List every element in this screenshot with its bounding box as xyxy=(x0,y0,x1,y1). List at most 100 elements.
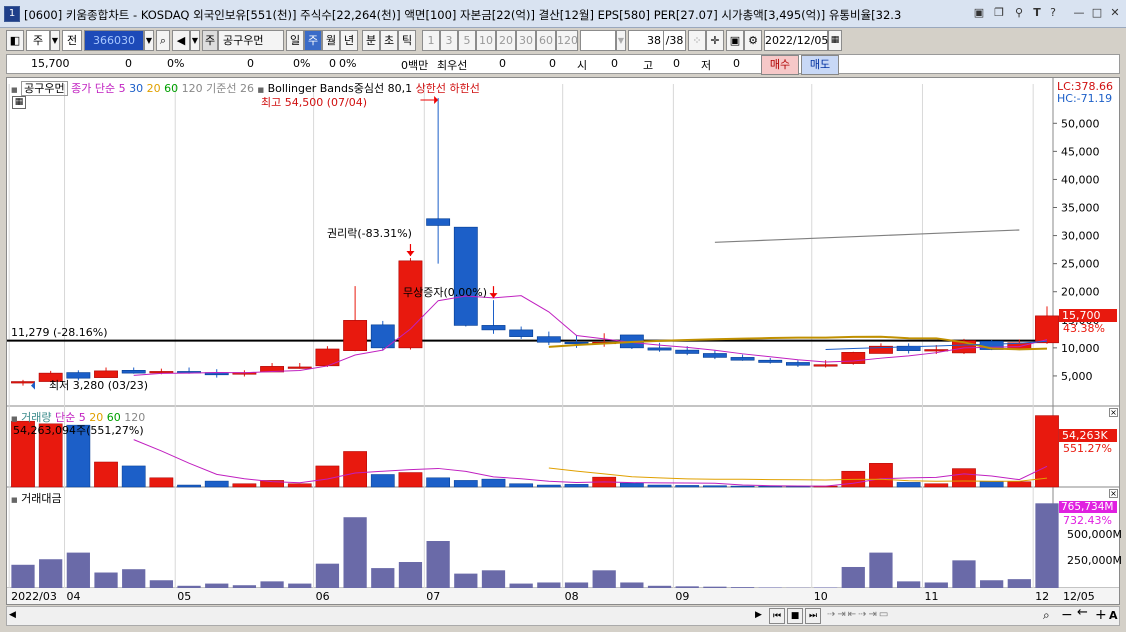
zoom-search-icon[interactable]: ⌕ xyxy=(1043,608,1050,623)
date-input[interactable]: 2022/12/05 xyxy=(764,30,828,51)
font-icon[interactable]: T xyxy=(1030,6,1044,20)
value-current-pct: 732.43% xyxy=(1063,514,1112,527)
high-label: 고 xyxy=(643,59,654,72)
interval-60[interactable]: 60 xyxy=(536,30,556,51)
speaker-icon[interactable]: ◀ xyxy=(172,30,190,51)
help-icon[interactable]: ? xyxy=(1046,6,1060,20)
value-bar xyxy=(371,568,395,588)
value-bar xyxy=(94,572,118,588)
rewind-icon[interactable]: ⏮ xyxy=(769,608,785,624)
quote-high: 0 xyxy=(673,57,680,70)
speaker-dropdown-icon[interactable]: ▼ xyxy=(190,30,200,51)
stop-icon[interactable]: ■ xyxy=(787,608,803,624)
zoom-out-icon[interactable]: − xyxy=(1061,607,1073,623)
low-label: 저 xyxy=(701,59,712,72)
bonus-annotation: 무상증자(0.00%) xyxy=(403,286,488,299)
chart-canvas[interactable]: 2022/03 04 05 06 07 08 09 10 11 12 12/05 5,000 10,00… xyxy=(7,78,1119,604)
volume-bar xyxy=(149,477,174,488)
fast-forward-icon[interactable]: ⏭ xyxy=(805,608,821,624)
custom-interval-dropdown-icon[interactable]: ▼ xyxy=(616,30,626,51)
tab-period-day[interactable]: 일 xyxy=(286,30,304,51)
volume-pane-close-icon[interactable]: × xyxy=(1109,408,1118,417)
chevron-down-icon[interactable]: ▼ xyxy=(50,30,60,51)
interval-10[interactable]: 10 xyxy=(476,30,496,51)
volume-bar xyxy=(896,482,921,488)
value-bar xyxy=(177,585,201,588)
value-bar xyxy=(66,552,90,588)
volume-bar xyxy=(952,468,976,488)
y-tick-label: 40,000 xyxy=(1061,173,1100,186)
tab-period-year[interactable]: 년 xyxy=(340,30,358,51)
pin-icon[interactable]: ⚲ xyxy=(1012,6,1026,20)
tab-period-minute[interactable]: 분 xyxy=(362,30,380,51)
candle-body xyxy=(426,218,451,226)
count-total: /38 xyxy=(664,30,686,51)
value-bar xyxy=(426,541,450,588)
volume-bar xyxy=(177,484,201,488)
price-legend: ■ 공구우먼 종가 단순 5 30 20 60 120 기준선 26 ■ Bol… xyxy=(11,80,480,96)
window-icon[interactable]: ❐ xyxy=(992,6,1006,20)
buy-button[interactable]: 매수 xyxy=(761,55,799,75)
tab-period-week[interactable]: 주 xyxy=(304,30,322,51)
zoom-in-icon[interactable]: + xyxy=(1095,607,1107,623)
minimize-icon[interactable]: — xyxy=(1072,6,1086,20)
quote-bid: 0 xyxy=(499,57,506,70)
legend-stock-name[interactable]: 공구우먼 xyxy=(21,81,68,96)
scroll-right-icon[interactable]: ▶ xyxy=(755,610,762,620)
stock-code-input[interactable]: 366030 xyxy=(84,30,144,51)
table-view-icon[interactable]: ▦ xyxy=(12,96,26,109)
volume-bar xyxy=(536,484,561,488)
volume-bar xyxy=(869,463,893,488)
volume-bar xyxy=(287,483,312,488)
candle-body xyxy=(509,329,534,337)
volume-bar xyxy=(675,485,700,488)
interval-20[interactable]: 20 xyxy=(496,30,516,51)
panel-toggle-icon[interactable]: ◧ xyxy=(6,30,24,51)
scroll-left-icon[interactable]: ◀ xyxy=(9,610,16,620)
maximize-icon[interactable]: □ xyxy=(1090,6,1104,20)
tab-period-tick[interactable]: 틱 xyxy=(398,30,416,51)
period-type-select[interactable]: 주 xyxy=(26,30,50,51)
pan-left-icon[interactable]: ← xyxy=(1077,605,1088,620)
volume-bar xyxy=(204,480,229,488)
value-bar xyxy=(758,587,782,588)
gear-icon[interactable]: ⚙ xyxy=(744,30,762,51)
stock-prefix-label: 주 xyxy=(202,30,218,51)
interval-3[interactable]: 3 xyxy=(440,30,458,51)
grid-icon[interactable]: ⁘ xyxy=(688,30,706,51)
tab-period-second[interactable]: 초 xyxy=(380,30,398,51)
window-title: [0600] 키움종합차트 - KOSDAQ 외국인보유[551(천)] 주식수… xyxy=(24,8,902,22)
chart-area[interactable]: 2022/03 04 05 06 07 08 09 10 11 12 12/05 5,000 10,00… xyxy=(6,77,1122,605)
interval-30[interactable]: 30 xyxy=(516,30,536,51)
tab-period-month[interactable]: 월 xyxy=(322,30,340,51)
y-tick-label: 10,000 xyxy=(1061,342,1100,355)
volume-bar xyxy=(398,472,423,488)
autoscale-icon[interactable]: A xyxy=(1109,609,1118,622)
quote-volume: 0백만 xyxy=(401,59,429,72)
calendar-icon[interactable]: ▦ xyxy=(828,30,842,51)
sell-button[interactable]: 매도 xyxy=(801,55,839,75)
search-icon[interactable]: ⌕ xyxy=(156,30,170,51)
code-dropdown-icon[interactable]: ▼ xyxy=(144,30,154,51)
prev-button[interactable]: 전 xyxy=(62,30,82,51)
current-price-pct: 43.38% xyxy=(1063,322,1105,335)
drawing-tools-icon[interactable]: ⇢⇥⇤⇢⇥▭ xyxy=(827,609,890,620)
save-icon[interactable]: ▣ xyxy=(726,30,744,51)
interval-120[interactable]: 120 xyxy=(556,30,578,51)
layout-icon[interactable]: ▣ xyxy=(972,6,986,20)
y-tick-label: 50,000 xyxy=(1061,117,1100,130)
interval-1[interactable]: 1 xyxy=(422,30,440,51)
stock-name-field[interactable]: 공구우먼 xyxy=(218,30,284,51)
window-number-badge[interactable]: 1 xyxy=(4,6,20,22)
volume-bar xyxy=(232,483,257,488)
x-axis-strip xyxy=(7,588,1119,604)
quote-ask: 0 xyxy=(549,57,556,70)
count-input[interactable]: 38 xyxy=(628,30,664,51)
horizontal-scrollbar[interactable]: ◀ ▶ ⏮ ■ ⏭ ⇢⇥⇤⇢⇥▭ ⌕ − ← + A xyxy=(6,605,1120,626)
crosshair-icon[interactable]: ✛ xyxy=(706,30,724,51)
value-bar xyxy=(454,573,478,588)
interval-5[interactable]: 5 xyxy=(458,30,476,51)
custom-interval-input[interactable] xyxy=(580,30,616,51)
value-pane-close-icon[interactable]: × xyxy=(1109,489,1118,498)
close-icon[interactable]: ✕ xyxy=(1108,6,1122,20)
